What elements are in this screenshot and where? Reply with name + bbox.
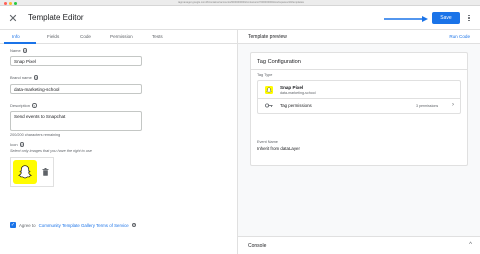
help-icon[interactable]: ? (22, 48, 28, 53)
event-name-label: Event Name (257, 140, 278, 144)
icon-hint: Select only images that you have the rig… (10, 149, 92, 153)
snapchat-ghost-icon (13, 160, 37, 184)
divider (251, 69, 467, 70)
icon-label: Icon? (10, 142, 25, 147)
save-button[interactable]: Save (432, 12, 460, 24)
name-field[interactable]: Snap Pixel (10, 56, 142, 66)
key-icon (265, 103, 273, 108)
tab-fields[interactable]: Fields (47, 33, 59, 41)
divider (258, 98, 460, 99)
delete-icon[interactable] (42, 168, 49, 176)
tag-type-box: Snap Pixel data-marketing-school Tag per… (257, 80, 461, 114)
help-icon[interactable]: ? (33, 75, 39, 80)
icon-upload-box[interactable] (10, 157, 54, 187)
arrow-annotation-icon (384, 16, 428, 22)
run-code-button[interactable]: Run Code (449, 33, 470, 41)
tab-tests[interactable]: Tests (152, 33, 163, 41)
terms-agreement: ✓ Agree to Community Template Gallery Te… (10, 222, 137, 228)
tag-type-label: Tag Type (257, 73, 273, 77)
editor-header: ✕ Template Editor Save (0, 6, 480, 30)
tag-configuration-card: Tag Configuration Tag Type Snap Pixel da… (250, 52, 468, 166)
template-info-panel: Info Fields Code Permission Tests Name? … (0, 30, 238, 254)
chevron-up-icon[interactable]: ^ (469, 242, 472, 248)
help-icon[interactable]: ? (131, 222, 137, 228)
window-close-dot[interactable] (4, 1, 7, 5)
agree-text: Agree to (19, 222, 36, 228)
close-icon[interactable]: ✕ (6, 11, 20, 25)
tag-brand: data-marketing-school (280, 91, 316, 95)
console-panel[interactable]: Console ^ (238, 236, 480, 254)
brand-name-field[interactable]: data-marketing-school (10, 84, 142, 94)
card-title: Tag Configuration (257, 59, 301, 65)
window-zoom-dot[interactable] (14, 1, 17, 5)
name-label: Name? (10, 48, 28, 53)
tag-permissions-row[interactable]: Tag permissions (280, 103, 312, 108)
tab-info[interactable]: Info (12, 33, 20, 41)
template-preview-panel: Template preview Run Code Tag Configurat… (238, 30, 480, 254)
active-tab-indicator (4, 42, 36, 44)
tab-permission[interactable]: Permission (110, 33, 133, 41)
editor-tabs: Info Fields Code Permission Tests (0, 30, 238, 44)
description-label: Description? (10, 103, 37, 108)
console-label: Console (248, 243, 267, 249)
chevron-right-icon[interactable]: › (452, 102, 454, 108)
window-minimize-dot[interactable] (9, 1, 12, 5)
snapchat-ghost-icon (265, 86, 273, 94)
page-title: Template Editor (28, 13, 84, 22)
help-icon[interactable]: ? (32, 103, 37, 108)
brand-name-label: Brand name? (10, 75, 39, 80)
agree-checkbox[interactable]: ✓ (10, 222, 16, 228)
character-counter: 200/200 characters remaining (10, 133, 61, 137)
permissions-count: 3 permissions (416, 104, 439, 108)
description-field[interactable]: Send events to Snapchat (10, 111, 142, 131)
address-bar[interactable]: tagmanager.google.com/#/container/accoun… (178, 1, 304, 5)
preview-title: Template preview (248, 34, 287, 40)
preview-header: Template preview Run Code (238, 30, 480, 44)
event-name-value: Inherit from dataLayer (257, 146, 300, 151)
tag-name: Snap Pixel (280, 85, 304, 90)
help-icon[interactable]: ? (19, 142, 25, 147)
tab-code[interactable]: Code (80, 33, 91, 41)
more-vert-icon[interactable] (466, 12, 472, 24)
terms-link[interactable]: Community Template Gallery Terms of Serv… (39, 223, 129, 228)
